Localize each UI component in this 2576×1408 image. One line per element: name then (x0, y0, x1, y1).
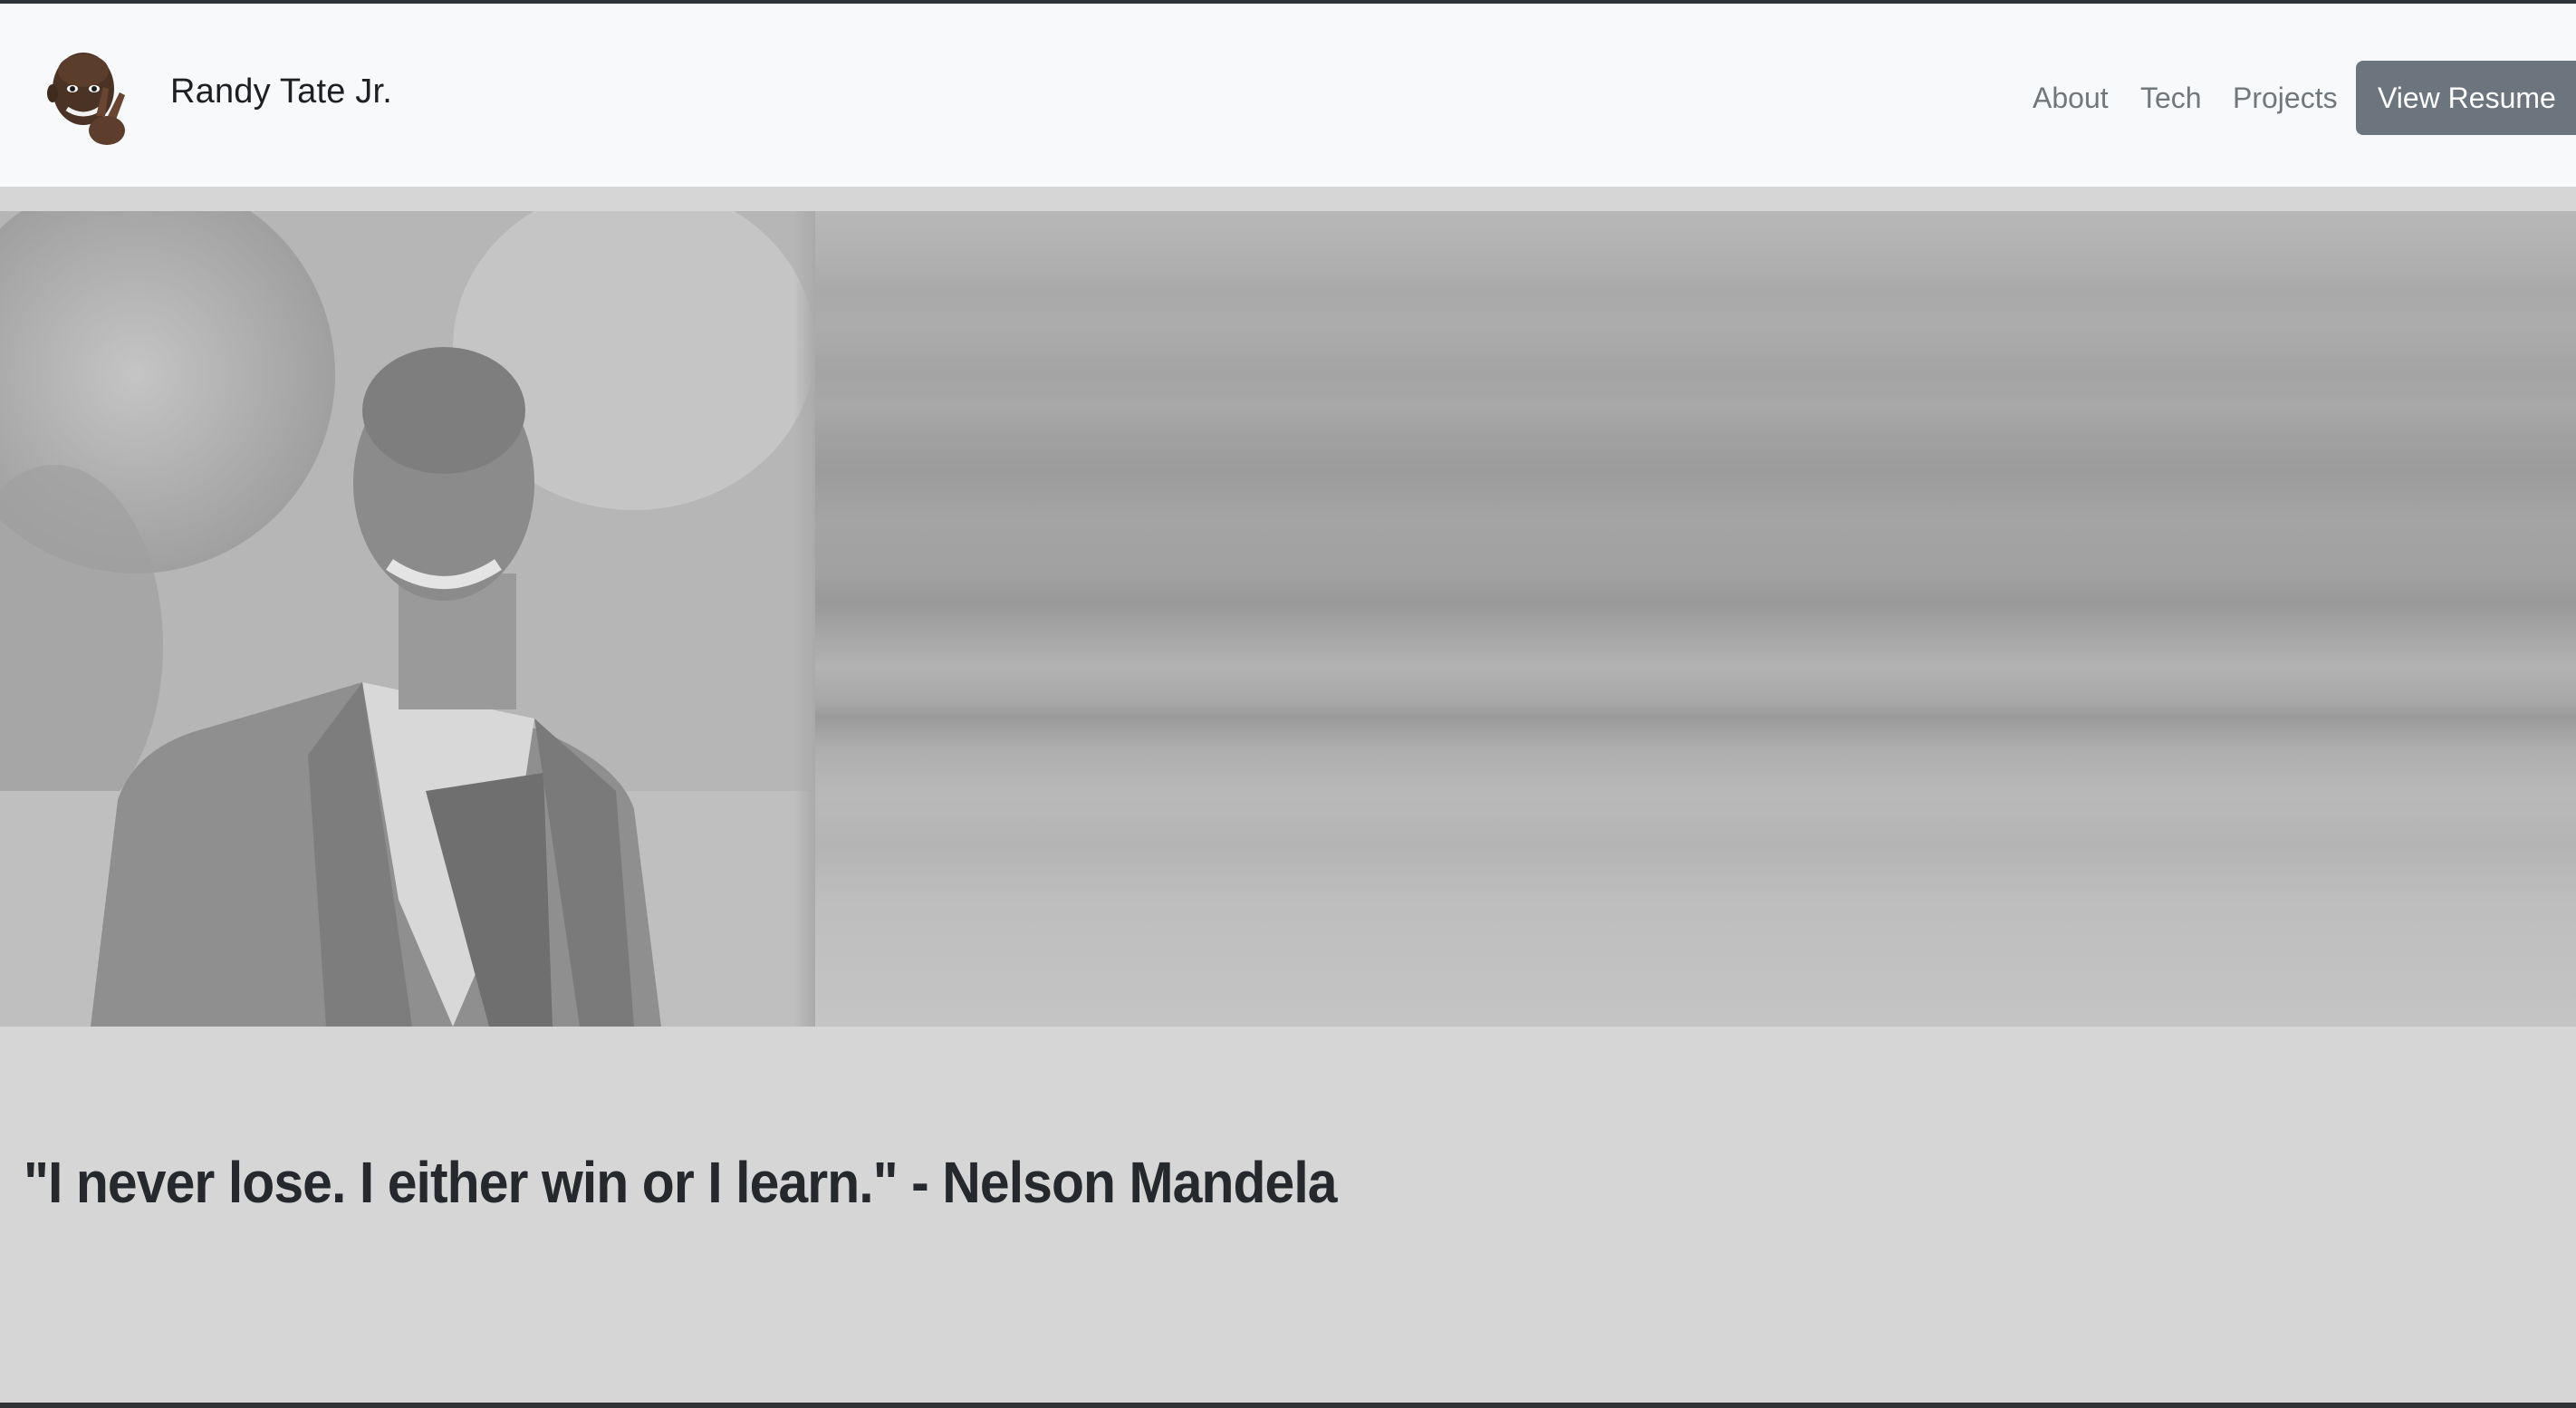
nav-link-about[interactable]: About (2033, 82, 2109, 115)
navbar: Randy Tate Jr. About Tech Projects View … (0, 4, 2576, 187)
memoji-peace-sign-icon[interactable] (40, 43, 139, 152)
nav-link-projects[interactable]: Projects (2233, 82, 2338, 115)
quote-text: "I never lose. I either win or I learn."… (24, 1150, 1338, 1215)
nav-link-tech[interactable]: Tech (2140, 82, 2202, 115)
view-resume-button[interactable]: View Resume (2356, 61, 2576, 135)
hero-banner (0, 211, 2576, 1027)
portrait-in-suit-image (0, 211, 815, 1027)
window-bottom-edge (0, 1403, 2576, 1408)
brand-name[interactable]: Randy Tate Jr. (170, 72, 392, 111)
